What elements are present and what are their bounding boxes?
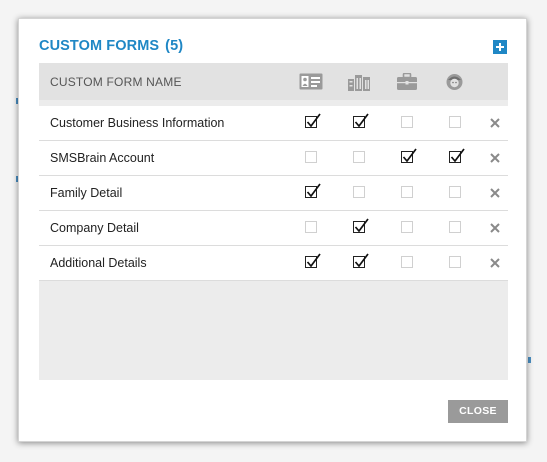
dialog-title-text: CUSTOM FORMS (39, 38, 160, 54)
custom-forms-dialog: CUSTOM FORMS (5) CUSTOM FORM NAME Custom… (18, 18, 527, 442)
close-icon (490, 118, 500, 128)
delete-form-button[interactable] (488, 116, 502, 130)
contact-card-icon (299, 73, 323, 90)
briefcase-checkbox[interactable] (401, 148, 417, 163)
delete-form-button[interactable] (488, 221, 502, 235)
buildings-checkbox[interactable] (353, 151, 365, 163)
form-name: Additional Details (50, 256, 147, 270)
form-name: Company Detail (50, 221, 139, 235)
buildings-checkbox[interactable] (353, 186, 365, 198)
close-button[interactable]: CLOSE (448, 400, 508, 423)
dialog-title: CUSTOM FORMS (5) (39, 38, 183, 54)
buildings-icon (348, 75, 370, 91)
table-row: Additional Details (39, 246, 508, 281)
form-name: SMSBrain Account (50, 151, 155, 165)
person-checkbox[interactable] (449, 186, 461, 198)
buildings-checkbox[interactable] (353, 218, 369, 233)
close-icon (490, 223, 500, 233)
person-checkbox[interactable] (449, 148, 465, 163)
custom-forms-table: CUSTOM FORM NAME Customer Business Infor… (39, 63, 508, 380)
table-body: Customer Business Information SMSBrain A… (39, 106, 508, 281)
contact-card-checkbox[interactable] (305, 183, 321, 198)
briefcase-checkbox[interactable] (401, 256, 413, 268)
contact-card-checkbox[interactable] (305, 221, 317, 233)
table-row: Customer Business Information (39, 106, 508, 141)
person-checkbox[interactable] (449, 256, 461, 268)
delete-form-button[interactable] (488, 151, 502, 165)
person-checkbox[interactable] (449, 221, 461, 233)
buildings-checkbox[interactable] (353, 253, 369, 268)
table-row: Family Detail (39, 176, 508, 211)
table-row: SMSBrain Account (39, 141, 508, 176)
form-name: Customer Business Information (50, 116, 225, 130)
person-checkbox[interactable] (449, 116, 461, 128)
add-custom-form-button[interactable] (493, 40, 507, 54)
background-fragment (528, 357, 531, 363)
briefcase-checkbox[interactable] (401, 186, 413, 198)
table-row: Company Detail (39, 211, 508, 246)
delete-form-button[interactable] (488, 186, 502, 200)
person-icon (446, 74, 463, 90)
column-header-form-name: CUSTOM FORM NAME (50, 75, 182, 89)
buildings-checkbox[interactable] (353, 113, 369, 128)
form-name: Family Detail (50, 186, 123, 200)
contact-card-checkbox[interactable] (305, 253, 321, 268)
contact-card-checkbox[interactable] (305, 113, 321, 128)
contact-card-checkbox[interactable] (305, 151, 317, 163)
table-header: CUSTOM FORM NAME (39, 63, 508, 100)
close-icon (490, 258, 500, 268)
briefcase-checkbox[interactable] (401, 221, 413, 233)
briefcase-checkbox[interactable] (401, 116, 413, 128)
close-icon (490, 153, 500, 163)
delete-form-button[interactable] (488, 256, 502, 270)
forms-count: (5) (165, 38, 184, 54)
briefcase-icon (397, 73, 417, 90)
close-icon (490, 188, 500, 198)
